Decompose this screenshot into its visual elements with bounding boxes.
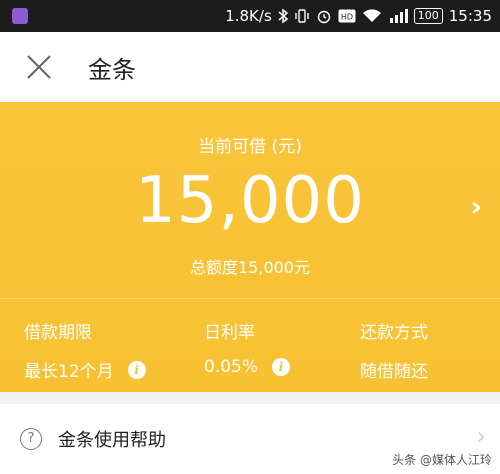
rate-label: 日利率 (204, 323, 255, 343)
rate-info: 日利率 0.05% i (204, 318, 291, 377)
wifi-icon (362, 9, 381, 22)
app-notification-icon (12, 8, 28, 24)
info-icon[interactable]: i (127, 360, 146, 379)
hd-icon: HD (338, 9, 356, 23)
rate-value-row: 0.05% i (204, 357, 291, 377)
watermark: 头条 @媒体人江玲 (392, 453, 492, 467)
help-label: 金条使用帮助 (58, 430, 166, 451)
vibrate-icon (295, 9, 309, 23)
available-label: 当前可借 (元) (198, 137, 302, 157)
chevron-right-icon[interactable]: › (470, 190, 482, 223)
svg-text:HD: HD (341, 13, 353, 22)
clock: 15:35 (448, 7, 492, 25)
network-speed: 1.8K/s (225, 7, 272, 25)
divider (0, 298, 500, 299)
term-value: 最长12个月 (24, 362, 114, 382)
available-amount[interactable]: 15,000 (0, 164, 500, 238)
term-value-row: 最长12个月 i (24, 357, 146, 382)
battery-icon: 100 (413, 8, 443, 24)
bluetooth-icon (278, 8, 288, 24)
top-bar: 金条 (0, 32, 500, 102)
page-title: 金条 (88, 56, 136, 84)
total-limit: 总额度15,000元 (190, 258, 310, 277)
close-icon[interactable] (24, 52, 54, 82)
term-info: 借款期限 最长12个月 i (24, 318, 146, 382)
repay-label: 还款方式 (360, 323, 428, 343)
loan-summary-card: 当前可借 (元) 15,000 › 总额度15,000元 借款期限 最长12个月… (0, 102, 500, 392)
chevron-right-icon: › (476, 422, 486, 450)
status-icons: 1.8K/s HD 100 15:35 (225, 0, 492, 32)
info-icon[interactable]: i (272, 358, 291, 376)
question-icon: ? (20, 428, 42, 450)
repay-value-row: 随借随还 (360, 357, 428, 382)
alarm-icon (317, 10, 330, 24)
term-label: 借款期限 (24, 323, 92, 343)
signal-icon (389, 9, 408, 23)
repay-value: 随借随还 (360, 362, 428, 382)
rate-value: 0.05% (204, 357, 259, 377)
status-bar: 1.8K/s HD 100 15:35 (0, 0, 500, 32)
repay-info: 还款方式 随借随还 (360, 318, 428, 382)
